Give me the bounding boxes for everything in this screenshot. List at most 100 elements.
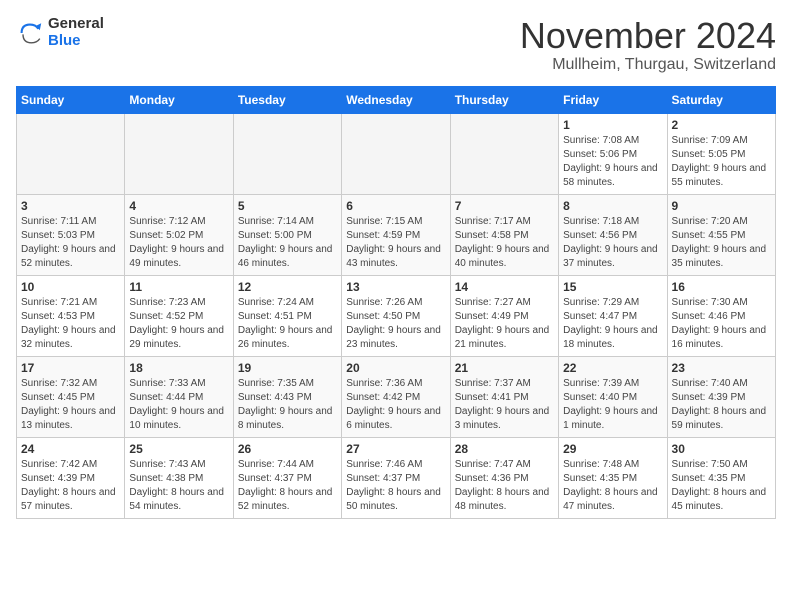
day-number: 11 — [129, 280, 228, 294]
page-header: General Blue November 2024 Mullheim, Thu… — [16, 16, 776, 74]
day-number: 16 — [672, 280, 771, 294]
calendar-week-row: 17 Sunrise: 7:32 AM Sunset: 4:45 PM Dayli… — [17, 356, 776, 437]
day-number: 3 — [21, 199, 120, 213]
day-info: Sunrise: 7:30 AM Sunset: 4:46 PM Dayligh… — [672, 296, 771, 352]
day-info: Sunrise: 7:11 AM Sunset: 5:03 PM Dayligh… — [21, 215, 120, 271]
calendar-cell: 7 Sunrise: 7:17 AM Sunset: 4:58 PM Daylig… — [450, 194, 558, 275]
calendar-cell: 20 Sunrise: 7:36 AM Sunset: 4:42 PM Dayli… — [342, 356, 450, 437]
day-info: Sunrise: 7:43 AM Sunset: 4:38 PM Dayligh… — [129, 458, 228, 514]
weekday-header-row: SundayMondayTuesdayWednesdayThursdayFrid… — [17, 86, 776, 113]
weekday-header-monday: Monday — [125, 86, 233, 113]
calendar-cell: 2Sunrise: 7:09 AM Sunset: 5:05 PM Daylig… — [667, 113, 775, 194]
weekday-header-sunday: Sunday — [17, 86, 125, 113]
day-number: 1 — [563, 118, 662, 132]
calendar-cell: 3 Sunrise: 7:11 AM Sunset: 5:03 PM Daylig… — [17, 194, 125, 275]
day-info: Sunrise: 7:42 AM Sunset: 4:39 PM Dayligh… — [21, 458, 120, 514]
calendar-cell: 21 Sunrise: 7:37 AM Sunset: 4:41 PM Dayli… — [450, 356, 558, 437]
day-info: Sunrise: 7:32 AM Sunset: 4:45 PM Dayligh… — [21, 377, 120, 433]
day-number: 5 — [238, 199, 337, 213]
day-number: 15 — [563, 280, 662, 294]
day-info: Sunrise: 7:47 AM Sunset: 4:36 PM Dayligh… — [455, 458, 554, 514]
day-number: 18 — [129, 361, 228, 375]
calendar-week-row: 10 Sunrise: 7:21 AM Sunset: 4:53 PM Dayli… — [17, 275, 776, 356]
calendar-cell: 12Sunrise: 7:24 AM Sunset: 4:51 PM Dayli… — [233, 275, 341, 356]
day-number: 26 — [238, 442, 337, 456]
day-number: 19 — [238, 361, 337, 375]
logo-blue-text: Blue — [48, 33, 104, 50]
logo-general-text: General — [48, 16, 104, 33]
day-info: Sunrise: 7:21 AM Sunset: 4:53 PM Dayligh… — [21, 296, 120, 352]
calendar-cell: 1 Sunrise: 7:08 AM Sunset: 5:06 PM Daylig… — [559, 113, 667, 194]
day-number: 20 — [346, 361, 445, 375]
month-title: November 2024 — [520, 16, 776, 56]
calendar-cell: 6 Sunrise: 7:15 AM Sunset: 4:59 PM Daylig… — [342, 194, 450, 275]
day-number: 2 — [672, 118, 771, 132]
calendar-cell: 19 Sunrise: 7:35 AM Sunset: 4:43 PM Dayli… — [233, 356, 341, 437]
day-number: 12 — [238, 280, 337, 294]
calendar-cell: 10 Sunrise: 7:21 AM Sunset: 4:53 PM Dayli… — [17, 275, 125, 356]
day-info: Sunrise: 7:39 AM Sunset: 4:40 PM Dayligh… — [563, 377, 662, 433]
weekday-header-thursday: Thursday — [450, 86, 558, 113]
day-number: 28 — [455, 442, 554, 456]
day-number: 6 — [346, 199, 445, 213]
day-number: 14 — [455, 280, 554, 294]
calendar-cell: 27Sunrise: 7:46 AM Sunset: 4:37 PM Dayli… — [342, 437, 450, 518]
calendar-cell: 26 Sunrise: 7:44 AM Sunset: 4:37 PM Dayli… — [233, 437, 341, 518]
day-number: 13 — [346, 280, 445, 294]
day-number: 17 — [21, 361, 120, 375]
calendar-cell: 15 Sunrise: 7:29 AM Sunset: 4:47 PM Dayli… — [559, 275, 667, 356]
calendar-cell — [125, 113, 233, 194]
day-number: 10 — [21, 280, 120, 294]
calendar-cell: 11 Sunrise: 7:23 AM Sunset: 4:52 PM Dayli… — [125, 275, 233, 356]
day-number: 9 — [672, 199, 771, 213]
day-info: Sunrise: 7:37 AM Sunset: 4:41 PM Dayligh… — [455, 377, 554, 433]
day-info: Sunrise: 7:17 AM Sunset: 4:58 PM Dayligh… — [455, 215, 554, 271]
weekday-header-friday: Friday — [559, 86, 667, 113]
logo: General Blue — [16, 16, 104, 49]
day-info: Sunrise: 7:18 AM Sunset: 4:56 PM Dayligh… — [563, 215, 662, 271]
day-number: 4 — [129, 199, 228, 213]
day-number: 22 — [563, 361, 662, 375]
calendar-cell: 4Sunrise: 7:12 AM Sunset: 5:02 PM Daylig… — [125, 194, 233, 275]
calendar-week-row: 1 Sunrise: 7:08 AM Sunset: 5:06 PM Daylig… — [17, 113, 776, 194]
day-number: 24 — [21, 442, 120, 456]
day-info: Sunrise: 7:27 AM Sunset: 4:49 PM Dayligh… — [455, 296, 554, 352]
day-info: Sunrise: 7:26 AM Sunset: 4:50 PM Dayligh… — [346, 296, 445, 352]
calendar-cell: 5 Sunrise: 7:14 AM Sunset: 5:00 PM Daylig… — [233, 194, 341, 275]
calendar-cell: 24 Sunrise: 7:42 AM Sunset: 4:39 PM Dayli… — [17, 437, 125, 518]
day-info: Sunrise: 7:29 AM Sunset: 4:47 PM Dayligh… — [563, 296, 662, 352]
day-number: 7 — [455, 199, 554, 213]
day-info: Sunrise: 7:14 AM Sunset: 5:00 PM Dayligh… — [238, 215, 337, 271]
day-info: Sunrise: 7:08 AM Sunset: 5:06 PM Dayligh… — [563, 134, 662, 190]
day-info: Sunrise: 7:44 AM Sunset: 4:37 PM Dayligh… — [238, 458, 337, 514]
weekday-header-tuesday: Tuesday — [233, 86, 341, 113]
calendar-week-row: 24 Sunrise: 7:42 AM Sunset: 4:39 PM Dayli… — [17, 437, 776, 518]
weekday-header-wednesday: Wednesday — [342, 86, 450, 113]
day-number: 25 — [129, 442, 228, 456]
day-info: Sunrise: 7:36 AM Sunset: 4:42 PM Dayligh… — [346, 377, 445, 433]
calendar-cell: 18 Sunrise: 7:33 AM Sunset: 4:44 PM Dayli… — [125, 356, 233, 437]
calendar-cell — [17, 113, 125, 194]
calendar-cell — [342, 113, 450, 194]
day-info: Sunrise: 7:48 AM Sunset: 4:35 PM Dayligh… — [563, 458, 662, 514]
day-info: Sunrise: 7:23 AM Sunset: 4:52 PM Dayligh… — [129, 296, 228, 352]
day-info: Sunrise: 7:33 AM Sunset: 4:44 PM Dayligh… — [129, 377, 228, 433]
calendar-cell: 13 Sunrise: 7:26 AM Sunset: 4:50 PM Dayli… — [342, 275, 450, 356]
title-section: November 2024 Mullheim, Thurgau, Switzer… — [520, 16, 776, 74]
logo-text: General Blue — [48, 16, 104, 49]
day-info: Sunrise: 7:15 AM Sunset: 4:59 PM Dayligh… — [346, 215, 445, 271]
calendar-week-row: 3 Sunrise: 7:11 AM Sunset: 5:03 PM Daylig… — [17, 194, 776, 275]
day-number: 27 — [346, 442, 445, 456]
weekday-header-saturday: Saturday — [667, 86, 775, 113]
calendar-cell — [233, 113, 341, 194]
day-info: Sunrise: 7:35 AM Sunset: 4:43 PM Dayligh… — [238, 377, 337, 433]
day-info: Sunrise: 7:50 AM Sunset: 4:35 PM Dayligh… — [672, 458, 771, 514]
day-number: 21 — [455, 361, 554, 375]
calendar-cell: 25 Sunrise: 7:43 AM Sunset: 4:38 PM Dayli… — [125, 437, 233, 518]
calendar-cell: 23 Sunrise: 7:40 AM Sunset: 4:39 PM Dayli… — [667, 356, 775, 437]
day-number: 8 — [563, 199, 662, 213]
calendar-table: SundayMondayTuesdayWednesdayThursdayFrid… — [16, 86, 776, 519]
day-number: 23 — [672, 361, 771, 375]
day-info: Sunrise: 7:40 AM Sunset: 4:39 PM Dayligh… — [672, 377, 771, 433]
calendar-cell: 28 Sunrise: 7:47 AM Sunset: 4:36 PM Dayli… — [450, 437, 558, 518]
